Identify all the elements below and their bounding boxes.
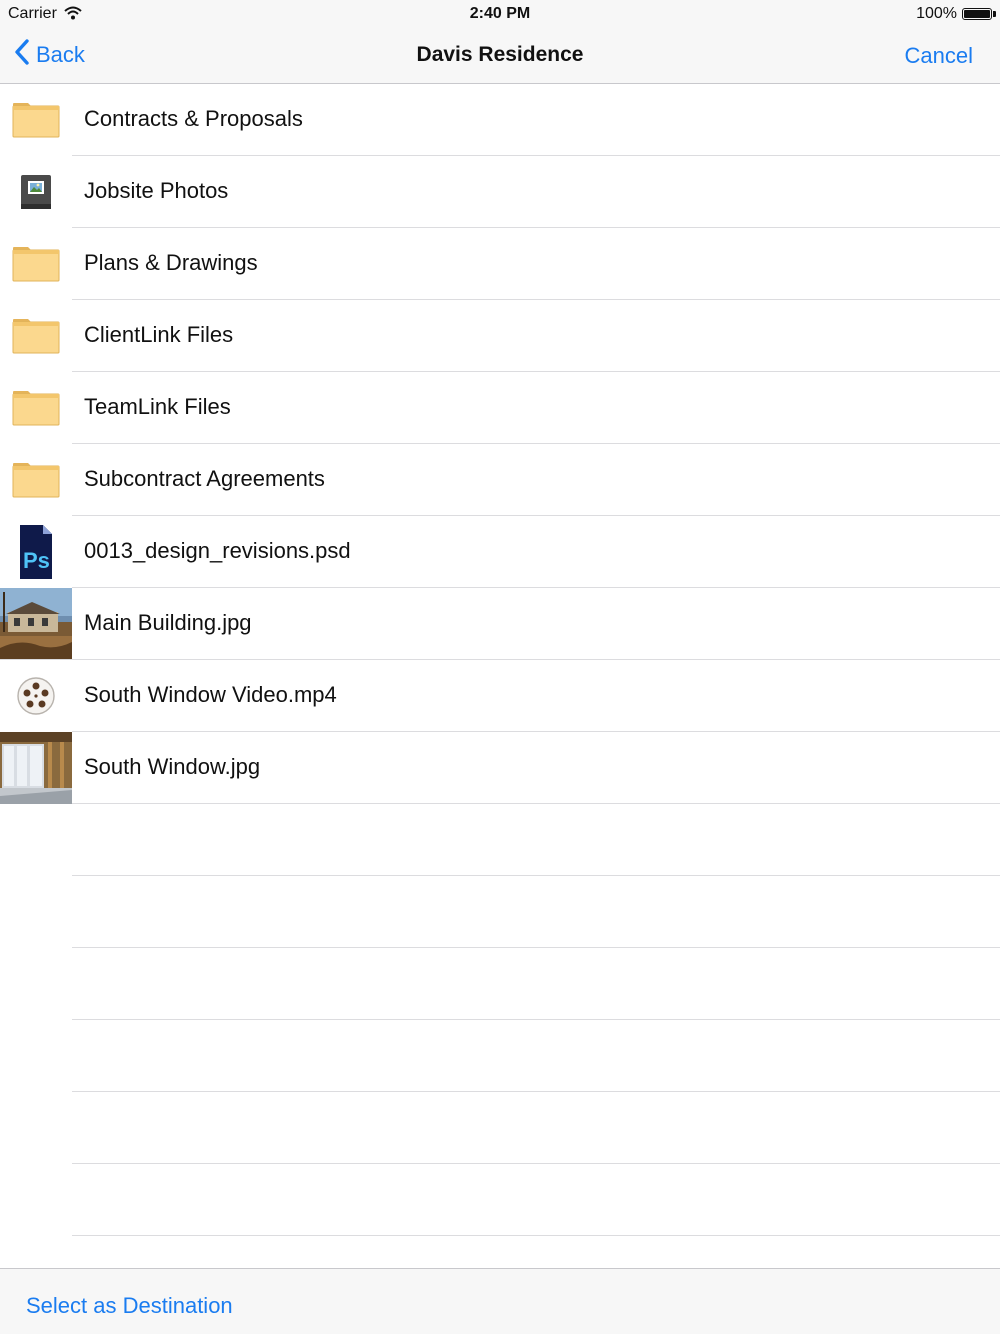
svg-text:Ps: Ps [23,548,50,573]
list-item[interactable]: Jobsite Photos [0,156,1000,228]
select-as-destination-button[interactable]: Select as Destination [26,1293,233,1319]
image-thumbnail [0,588,72,660]
list-item[interactable]: Ps 0013_design_revisions.psd [0,516,1000,588]
battery-tip [993,11,996,17]
folder-icon [0,372,72,444]
navigation-bar: Back Davis Residence Cancel [0,28,1000,84]
list-item[interactable]: TeamLink Files [0,372,1000,444]
list-item[interactable]: Plans & Drawings [0,228,1000,300]
list-item[interactable]: South Window Video.mp4 [0,660,1000,732]
status-bar: Carrier 2:40 PM 100% [0,0,1000,28]
folder-icon [0,228,72,300]
list-item[interactable]: ClientLink Files [0,300,1000,372]
photoshop-file-icon: Ps [0,516,72,588]
file-list: Contracts & Proposals Jobsite Photos Pla… [0,84,1000,1236]
list-item[interactable]: Subcontract Agreements [0,444,1000,516]
empty-row [0,804,1000,876]
battery-percentage: 100% [916,5,957,22]
list-item-label: TeamLink Files [84,394,231,419]
list-item-label: Plans & Drawings [84,250,258,275]
image-thumbnail [0,732,72,804]
battery-icon [962,8,992,20]
empty-row [0,876,1000,948]
empty-row [0,948,1000,1020]
page-title: Davis Residence [416,43,584,66]
list-item-label: 0013_design_revisions.psd [84,538,351,563]
cancel-button[interactable]: Cancel [905,43,973,69]
photo-album-icon [0,156,72,228]
list-item-label: South Window.jpg [84,754,261,779]
empty-row [0,1092,1000,1164]
back-button[interactable]: Back [14,38,85,72]
list-item[interactable]: South Window.jpg [0,732,1000,804]
list-item-label: Subcontract Agreements [84,466,325,491]
list-item-label: Jobsite Photos [84,178,229,203]
bottom-toolbar: Select as Destination [0,1268,1000,1334]
back-label: Back [36,42,85,67]
clock: 2:40 PM [469,5,531,22]
list-item-label: Contracts & Proposals [84,106,303,131]
chevron-left-icon [14,38,30,72]
empty-row [0,1020,1000,1092]
list-item[interactable]: Main Building.jpg [0,588,1000,660]
folder-icon [0,300,72,372]
list-item-label: Main Building.jpg [84,610,252,635]
folder-icon [0,84,72,156]
list-item[interactable]: Contracts & Proposals [0,84,1000,156]
film-reel-icon [0,660,72,732]
list-item-label: ClientLink Files [84,322,234,347]
empty-row [0,1164,1000,1236]
folder-icon [0,444,72,516]
list-item-label: South Window Video.mp4 [84,682,337,707]
